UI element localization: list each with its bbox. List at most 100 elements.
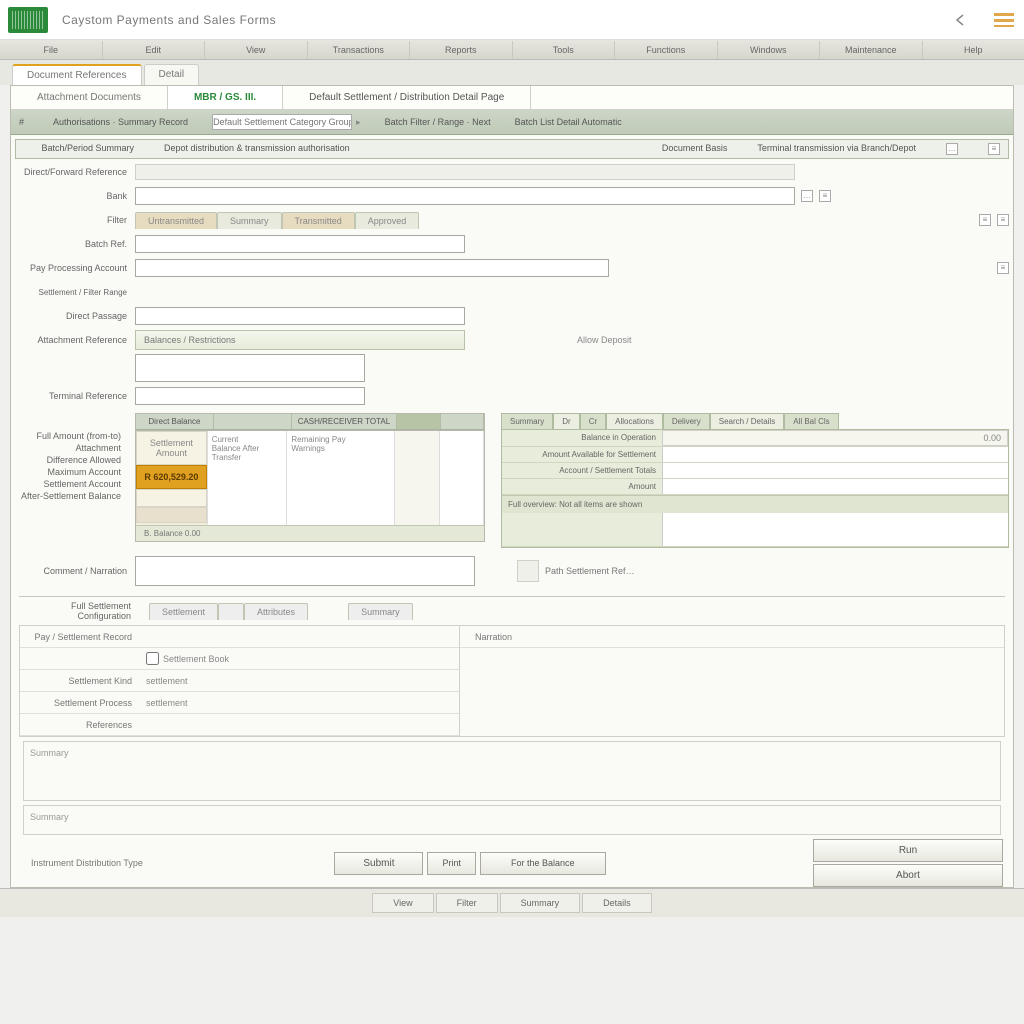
- cell-remaining: Remaining PayWarnings: [287, 431, 395, 525]
- cell-current-balance: CurrentBalance AfterTransfer: [208, 431, 288, 525]
- menu-transactions[interactable]: Transactions: [308, 41, 411, 59]
- attach-value-input[interactable]: [135, 354, 365, 382]
- settlement-book-checkbox[interactable]: [146, 652, 159, 665]
- filter-menu2-icon[interactable]: ≡: [997, 214, 1009, 226]
- bnav-details[interactable]: Details: [582, 893, 652, 913]
- filtertab-untransmitted[interactable]: Untransmitted: [135, 212, 217, 229]
- det-amount-input[interactable]: [662, 479, 1008, 494]
- path-checkbox[interactable]: [517, 560, 539, 582]
- ltab-2[interactable]: [218, 603, 244, 620]
- value-batch-period: Depot distribution & transmission author…: [164, 143, 350, 155]
- value-settlement-process: settlement: [140, 698, 459, 708]
- detail-footer: Full overview: Not all items are shown: [502, 495, 1008, 513]
- titlebar: Caystom Payments and Sales Forms: [0, 0, 1024, 40]
- dtab-search[interactable]: Search / Details: [710, 413, 784, 429]
- tab-detail[interactable]: Detail: [144, 64, 200, 85]
- menu-icon[interactable]: [992, 12, 1016, 28]
- document-tabs: Document References Detail: [0, 60, 1024, 85]
- filter-menu-icon[interactable]: ≡: [979, 214, 991, 226]
- menu-view[interactable]: View: [205, 41, 308, 59]
- run-button[interactable]: Run: [813, 839, 1003, 862]
- tab-document-refs[interactable]: Document References: [12, 64, 142, 85]
- dtab-balcls[interactable]: All Bal Cls: [784, 413, 838, 429]
- attach-ref-note: Balances / Restrictions: [135, 330, 465, 350]
- dtab-dr[interactable]: Dr: [553, 413, 579, 429]
- submit-button[interactable]: Submit: [334, 852, 423, 875]
- label-filter: Filter: [15, 215, 135, 225]
- dtab-alloc[interactable]: Allocations: [606, 413, 663, 429]
- direct-passage-input[interactable]: [135, 307, 465, 325]
- det-extra-input[interactable]: [662, 513, 1008, 546]
- dtab-summary[interactable]: Summary: [501, 413, 553, 429]
- det-totals-input[interactable]: [662, 463, 1008, 478]
- bank-menu-icon[interactable]: ≡: [819, 190, 831, 202]
- crumb-category-input[interactable]: [212, 114, 352, 130]
- label-bank: Bank: [15, 191, 135, 201]
- side-settlement: Settlement Account: [15, 479, 129, 489]
- label-full-config: Full Settlement Configuration: [19, 601, 139, 621]
- label-comment: Comment / Narration: [15, 566, 135, 576]
- basis-menu-icon[interactable]: ≡: [988, 143, 1000, 155]
- cell-settlement-label: Settlement Amount: [136, 431, 207, 465]
- table-footer: B. Balance 0.00: [136, 525, 484, 541]
- menu-edit[interactable]: Edit: [103, 41, 206, 59]
- print-button[interactable]: Print: [427, 852, 476, 875]
- label-allow-deposit: Allow Deposit: [577, 335, 632, 345]
- comment-input[interactable]: [135, 556, 475, 586]
- det-balance-op: 0.00: [662, 430, 1008, 446]
- dtab-delivery[interactable]: Delivery: [663, 413, 710, 429]
- menu-tools[interactable]: Tools: [513, 41, 616, 59]
- label-payproc: Pay Processing Account: [15, 263, 135, 273]
- value-document-basis: Terminal transmission via Branch/Depot: [757, 143, 916, 155]
- det-totals-label: Account / Settlement Totals: [502, 463, 662, 478]
- filtertab-approved[interactable]: Approved: [355, 212, 420, 229]
- bnav-summary[interactable]: Summary: [500, 893, 581, 913]
- dtab-cr[interactable]: Cr: [580, 413, 606, 429]
- menu-reports[interactable]: Reports: [410, 41, 513, 59]
- section-attachments[interactable]: Attachment Documents: [11, 86, 168, 109]
- side-full-amount: Full Amount (from-to): [15, 431, 129, 441]
- payproc-input[interactable]: [135, 259, 609, 277]
- section-settlement[interactable]: Default Settlement / Distribution Detail…: [283, 86, 531, 109]
- filtertab-summary[interactable]: Summary: [217, 212, 282, 229]
- basis-picker[interactable]: …: [946, 143, 958, 155]
- abort-button[interactable]: Abort: [813, 864, 1003, 887]
- menu-windows[interactable]: Windows: [718, 41, 821, 59]
- cell-settlement-amount: R 620,529.20: [136, 465, 207, 489]
- amount-table-header: Direct Balance CASH/RECEIVER TOTAL: [136, 414, 484, 430]
- batchref-input[interactable]: [135, 235, 465, 253]
- det-balance-op-label: Balance in Operation: [502, 430, 662, 446]
- menu-functions[interactable]: Functions: [615, 41, 718, 59]
- notes-area-1[interactable]: Summary: [23, 741, 1001, 801]
- det-avail-input[interactable]: [662, 447, 1008, 462]
- detail-tabs: Summary Dr Cr Allocations Delivery Searc…: [501, 413, 1009, 429]
- filtertab-transmitted[interactable]: Transmitted: [282, 212, 355, 229]
- det-avail-label: Amount Available for Settlement: [502, 447, 662, 462]
- payproc-menu-icon[interactable]: ≡: [997, 262, 1009, 274]
- bnav-filter[interactable]: Filter: [436, 893, 498, 913]
- menu-help[interactable]: Help: [923, 41, 1024, 59]
- label-narration: Narration: [460, 632, 520, 642]
- menu-file[interactable]: File: [0, 41, 103, 59]
- section-tabs: Attachment Documents MBR / GS. III. Defa…: [11, 86, 1013, 110]
- notes-area-2[interactable]: Summary: [23, 805, 1001, 835]
- ltab-summary[interactable]: Summary: [348, 603, 413, 620]
- menu-maintenance[interactable]: Maintenance: [820, 41, 923, 59]
- crumb-auto: Batch List Detail Automatic: [515, 117, 622, 127]
- ltab-attributes[interactable]: Attributes: [244, 603, 308, 620]
- label-settlement-kind: Settlement Kind: [20, 676, 140, 686]
- back-arrow-icon[interactable]: [948, 12, 972, 28]
- bank-picker-icon[interactable]: …: [801, 190, 813, 202]
- crumb-range: Batch Filter / Range · Next: [385, 117, 491, 127]
- label-settlement-book: Settlement Book: [163, 654, 229, 664]
- label-settlement-range: Settlement / Filter Range: [15, 288, 135, 297]
- section-mbr[interactable]: MBR / GS. III.: [168, 86, 283, 109]
- label-batch-period: Batch/Period Summary: [24, 143, 134, 155]
- terminal-ref-input[interactable]: [135, 387, 365, 405]
- balance-button[interactable]: For the Balance: [480, 852, 606, 875]
- window-title: Caystom Payments and Sales Forms: [62, 13, 276, 27]
- label-attach-ref: Attachment Reference: [15, 335, 135, 345]
- bnav-view[interactable]: View: [372, 893, 433, 913]
- bank-input[interactable]: [135, 187, 795, 205]
- ltab-settlement[interactable]: Settlement: [149, 603, 218, 620]
